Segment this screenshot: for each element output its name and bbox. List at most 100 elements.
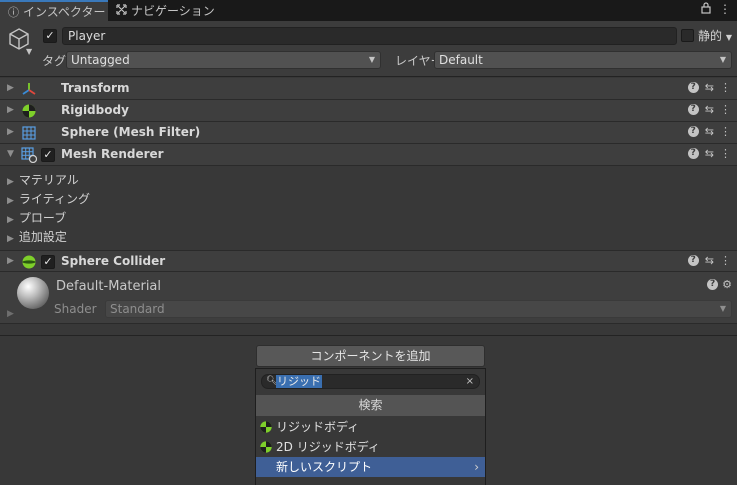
help-icon[interactable]: ?	[687, 148, 699, 159]
divider	[0, 335, 737, 336]
preset-icon[interactable]: ⇆	[705, 254, 714, 267]
kebab-menu-icon[interactable]: ⋮	[719, 2, 731, 17]
search-results-header: 検索	[256, 395, 485, 416]
shader-dropdown[interactable]: Standard ▼	[105, 300, 732, 318]
result-label: 2D リジッドボディ	[276, 440, 380, 454]
result-item-rigidbody[interactable]: リジッドボディ	[256, 417, 485, 437]
gameobject-name-input[interactable]: Player	[62, 27, 677, 45]
result-item-new-script[interactable]: 新しいスクリプト ›	[256, 457, 485, 477]
gameobject-active-checkbox[interactable]: ✓	[43, 29, 57, 43]
kebab-menu-icon[interactable]: ⋮	[720, 254, 731, 267]
sphere-collider-icon	[21, 254, 37, 270]
shader-label: Shader	[54, 302, 97, 316]
material-tools: ? ⚙	[707, 278, 732, 291]
help-icon[interactable]: ?	[687, 255, 699, 266]
static-label: 静的	[698, 29, 723, 43]
component-title: Sphere (Mesh Filter)	[61, 125, 201, 139]
rigidbody-2d-icon	[259, 440, 273, 454]
result-item-rigidbody-2d[interactable]: 2D リジッドボディ	[256, 437, 485, 457]
material-preview-sphere[interactable]	[17, 277, 49, 309]
chevron-down-icon: ▼	[725, 33, 732, 42]
add-component-popup: 🔍︎ リジッド × 検索 リジッドボディ 2D リジッドボディ 新しいスクリプト…	[255, 368, 486, 485]
tag-value: Untagged	[71, 53, 130, 67]
preset-icon[interactable]: ⇆	[705, 103, 714, 116]
chevron-down-icon: ▼	[719, 304, 726, 313]
component-title: Sphere Collider	[61, 254, 166, 268]
component-title: Rigidbody	[61, 103, 129, 117]
section-materials[interactable]: ▶ マテリアル	[7, 171, 79, 188]
icon-dropdown-arrow-icon[interactable]: ▼	[26, 47, 32, 56]
help-icon[interactable]: ?	[687, 104, 699, 115]
preset-icon[interactable]: ⇆	[705, 81, 714, 94]
kebab-menu-icon[interactable]: ⋮	[720, 147, 731, 160]
static-dropdown[interactable]: 静的 ▼	[698, 27, 732, 44]
fold-arrow-icon[interactable]: ▶	[7, 83, 14, 93]
fold-arrow-icon[interactable]: ▶	[7, 105, 14, 115]
fold-arrow-icon[interactable]: ▶	[7, 256, 14, 266]
shader-value: Standard	[110, 302, 165, 316]
chevron-right-icon: ›	[474, 460, 479, 474]
section-additional-settings[interactable]: ▶ 追加設定	[7, 228, 67, 245]
fold-arrow-icon: ▶	[7, 215, 14, 225]
component-mesh-renderer[interactable]: ▼ ✓ Mesh Renderer ? ⇆ ⋮	[0, 144, 737, 166]
fold-arrow-expanded-icon[interactable]: ▼	[7, 149, 14, 159]
tab-bar: ⓘ インスペクター ナビゲーション ⋮	[0, 0, 737, 21]
help-icon[interactable]: ?	[687, 126, 699, 137]
component-title: Mesh Renderer	[61, 147, 164, 161]
lock-icon[interactable]	[701, 2, 711, 17]
tab-inspector-label: インスペクター	[23, 5, 106, 19]
tag-dropdown[interactable]: Untagged ▼	[66, 51, 381, 69]
component-transform[interactable]: ▶ Transform ? ⇆ ⋮	[0, 78, 737, 100]
kebab-menu-icon[interactable]: ⋮	[720, 125, 731, 138]
kebab-menu-icon[interactable]: ⋮	[720, 81, 731, 94]
transform-icon	[21, 81, 37, 97]
rigidbody-icon	[259, 420, 273, 434]
gameobject-header: ▼ ✓ Player 静的 ▼ タグ Untagged ▼ レイヤー Defau…	[0, 21, 737, 77]
section-label: ライティング	[18, 192, 90, 206]
layer-value: Default	[439, 53, 483, 67]
component-sphere-collider[interactable]: ▶ ✓ Sphere Collider ? ⇆ ⋮	[0, 250, 737, 272]
section-lighting[interactable]: ▶ ライティング	[7, 190, 90, 207]
fold-arrow-icon: ▶	[7, 234, 14, 244]
component-tools: ? ⇆ ⋮	[687, 254, 731, 267]
fold-arrow-icon[interactable]: ▶	[7, 127, 14, 137]
preset-icon[interactable]: ⇆	[705, 125, 714, 138]
preset-icon[interactable]: ⇆	[705, 147, 714, 160]
info-icon: ⓘ	[8, 5, 19, 19]
fold-arrow-icon[interactable]: ▶	[7, 309, 14, 319]
section-label: マテリアル	[18, 173, 79, 187]
rigidbody-icon	[21, 103, 37, 119]
add-component-button[interactable]: コンポーネントを追加	[256, 345, 485, 367]
tab-navigation[interactable]: ナビゲーション	[112, 0, 215, 21]
tab-inspector[interactable]: ⓘ インスペクター	[0, 0, 108, 21]
help-icon[interactable]: ?	[707, 279, 719, 290]
result-label: リジッドボディ	[276, 420, 360, 434]
fold-arrow-icon: ▶	[7, 196, 14, 206]
component-tools: ? ⇆ ⋮	[687, 147, 731, 160]
tab-navigation-label: ナビゲーション	[131, 4, 215, 18]
navigation-icon	[116, 3, 127, 18]
fold-arrow-icon: ▶	[7, 177, 14, 187]
component-mesh-filter[interactable]: ▶ Sphere (Mesh Filter) ? ⇆ ⋮	[0, 122, 737, 144]
clear-icon[interactable]: ×	[466, 375, 474, 388]
component-search-input[interactable]: 🔍︎ リジッド ×	[261, 374, 480, 389]
help-icon[interactable]: ?	[687, 82, 699, 93]
tag-label: タグ	[42, 54, 67, 68]
layer-dropdown[interactable]: Default ▼	[434, 51, 732, 69]
component-enabled-checkbox[interactable]: ✓	[41, 255, 55, 269]
section-probes[interactable]: ▶ プローブ	[7, 209, 66, 226]
component-enabled-checkbox[interactable]: ✓	[41, 148, 55, 162]
kebab-menu-icon[interactable]: ⋮	[720, 103, 731, 116]
section-label: 追加設定	[18, 230, 67, 244]
material-section: Default-Material Shader Standard ▼ ▶ ? ⚙	[0, 272, 737, 324]
component-title: Transform	[61, 81, 130, 95]
material-name: Default-Material	[56, 279, 162, 294]
gear-icon[interactable]: ⚙	[722, 278, 732, 291]
static-checkbox[interactable]	[681, 29, 694, 42]
chevron-down-icon: ▼	[719, 55, 726, 64]
chevron-down-icon: ▼	[368, 55, 375, 64]
component-tools: ? ⇆ ⋮	[687, 103, 731, 116]
component-tools: ? ⇆ ⋮	[687, 125, 731, 138]
component-rigidbody[interactable]: ▶ Rigidbody ? ⇆ ⋮	[0, 100, 737, 122]
search-value: リジッド	[276, 375, 322, 388]
